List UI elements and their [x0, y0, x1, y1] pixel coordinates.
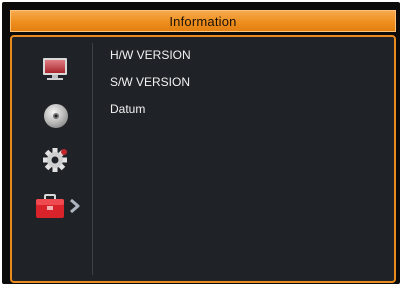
menu-item-sw-version[interactable]: S/W VERSION [110, 74, 191, 101]
tv-icon[interactable] [40, 55, 70, 83]
menu-item-hw-version[interactable]: H/W VERSION [110, 47, 191, 74]
menu-item-datum[interactable]: Datum [110, 101, 191, 128]
title-bar: Information [10, 10, 396, 32]
chevron-right-icon [68, 198, 82, 214]
info-window: Information H/W VERSION S/W VERSION Datu… [2, 2, 400, 284]
gear-icon[interactable] [40, 145, 70, 175]
toolbox-icon[interactable] [34, 192, 66, 220]
page-title: Information [169, 13, 237, 29]
divider [92, 43, 93, 275]
info-menu: H/W VERSION S/W VERSION Datum [110, 47, 191, 128]
content-panel: H/W VERSION S/W VERSION Datum [10, 35, 396, 283]
disc-icon[interactable] [42, 102, 70, 130]
